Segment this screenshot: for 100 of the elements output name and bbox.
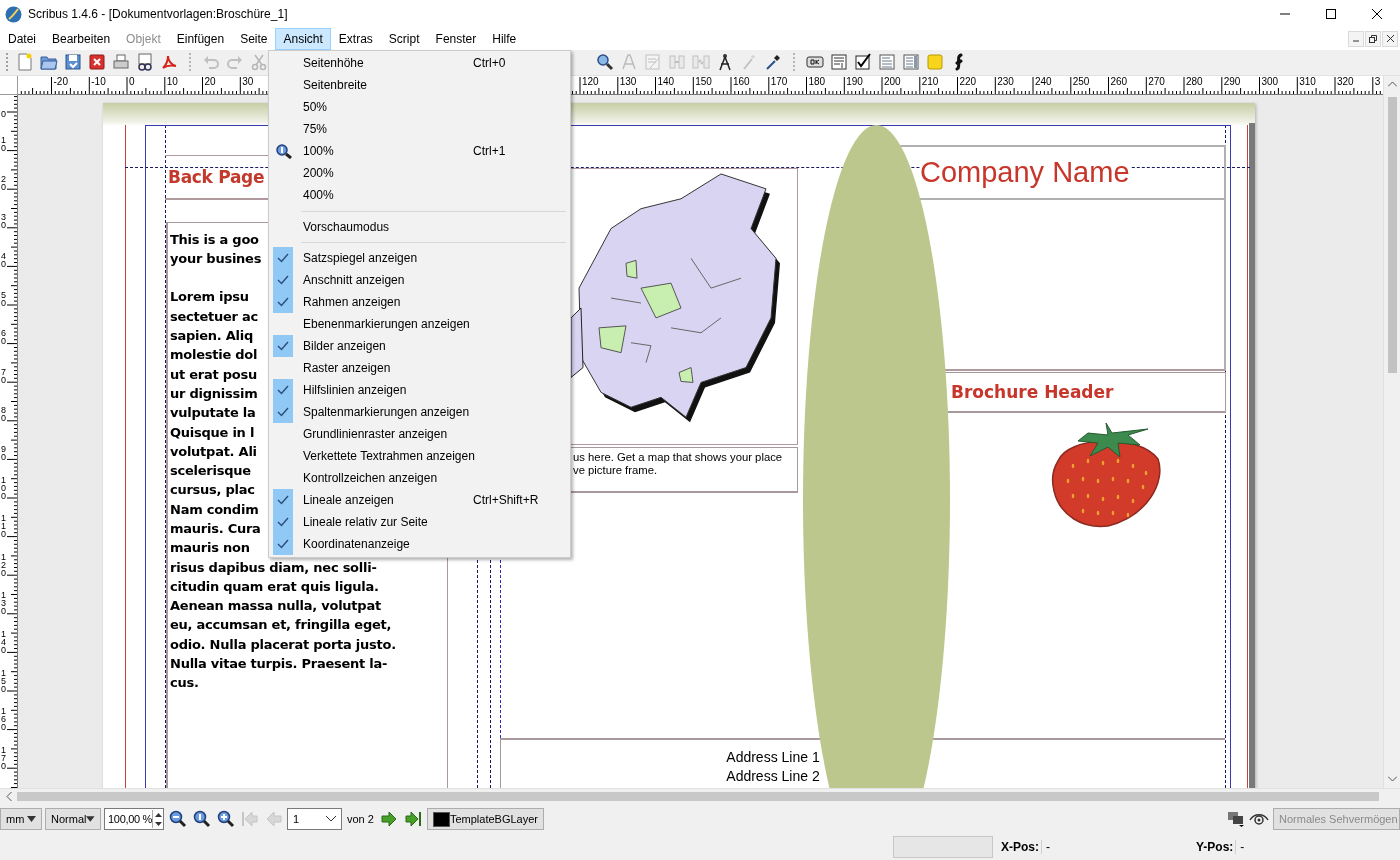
unit-select[interactable]: mm [0, 808, 42, 831]
page-select[interactable]: 1 [287, 808, 342, 831]
ruler-label: 310 [1299, 75, 1316, 87]
body-text-line: odio. Nulla placerat porta justo. [170, 635, 396, 654]
menu-item[interactable]: Hilfslinien anzeigen [269, 379, 570, 401]
ruler-label: 10 [1, 136, 6, 153]
menu-item[interactable]: Verkettete Textrahmen anzeigen [269, 445, 570, 467]
ruler-label: 300 [1261, 75, 1279, 87]
next-page-icon [380, 811, 399, 828]
list-box-icon[interactable] [901, 52, 921, 73]
menu-item[interactable]: Script [380, 28, 428, 50]
menu-item[interactable]: 75% [269, 118, 570, 140]
menu-item[interactable]: Vorschaumodus [269, 216, 570, 238]
ruler-label: 130 [619, 75, 637, 87]
body-text-line: ur dignissim [170, 384, 258, 403]
zoom-icon [275, 143, 293, 159]
ruler-label: 0 [1, 109, 6, 118]
body-text-line: sapien. Aliq [170, 327, 254, 345]
menu-item[interactable]: 400% [269, 184, 570, 206]
menu-item[interactable]: Bearbeiten [44, 28, 119, 50]
checkmark-icon [277, 297, 289, 307]
body-text-line: This is a goo [170, 230, 259, 249]
ruler-label: 110 [1, 514, 6, 539]
ruler-label: 140 [1, 629, 6, 654]
checkmark-icon [277, 385, 289, 395]
scrollbar-thumb[interactable] [1387, 96, 1397, 373]
ruler-label: 120 [1, 552, 6, 577]
menu-item[interactable]: Koordinatenanzeige [269, 533, 570, 555]
body-text-line: Lorem ipsu [170, 288, 249, 307]
zoom-icon[interactable] [595, 52, 615, 73]
menu-item[interactable]: Seite [232, 28, 276, 50]
eye-icon[interactable] [1249, 812, 1269, 827]
y-position-label: Y-Pos: [1196, 839, 1234, 854]
body-text-line: citudin quam erat quis ligula. [170, 577, 379, 596]
menu-item[interactable]: Seitenbreite [269, 74, 570, 96]
menu-item[interactable]: Satzspiegel anzeigen [269, 247, 570, 269]
spin-up-icon [154, 812, 162, 817]
new-document-icon[interactable] [15, 52, 35, 73]
checkmark-icon [277, 341, 289, 351]
ruler-label: 150 [1, 668, 6, 693]
menu-item[interactable]: Hilfe [484, 28, 525, 50]
menu-item[interactable]: Fenster [427, 28, 485, 50]
caption-text: us here. Get a map that shows your place [573, 450, 783, 464]
menu-item[interactable]: 100% Ctrl+1 [269, 140, 570, 162]
shortcut-text: Ctrl+0 [473, 56, 506, 70]
back-page-title: Back Page [168, 166, 265, 187]
save-icon[interactable] [63, 52, 83, 73]
body-text-line: your busines [170, 249, 262, 268]
menu-item[interactable]: Datei [0, 28, 44, 50]
menu-item[interactable]: Anschnitt anzeigen [269, 269, 570, 291]
layer-select[interactable]: TemplateBGLayer [426, 808, 544, 831]
color-display-icon[interactable] [1227, 811, 1245, 828]
menu-item[interactable]: 200% [269, 162, 570, 184]
menu-item[interactable]: Rahmen anzeigen [269, 291, 570, 313]
menu-item[interactable]: Grundlinienraster anzeigen [269, 423, 570, 445]
ruler-label: 320 [1337, 75, 1354, 87]
ruler-label: 20 [204, 75, 216, 87]
menu-item[interactable]: Raster anzeigen [269, 357, 570, 379]
menu-item[interactable]: Ebenenmarkierungen anzeigen [269, 313, 570, 335]
body-text-line: eu, accumsan et, fringilla eget, [170, 616, 392, 635]
caret-icon [27, 816, 36, 823]
ruler-label: 0 [129, 75, 135, 87]
shortcut-text: Ctrl+Shift+R [473, 493, 539, 507]
scrollbar-thumb[interactable] [17, 791, 1379, 801]
ruler-label: 250 [1072, 75, 1090, 87]
restore-button[interactable] [1365, 30, 1381, 47]
ruler-label: 170 [770, 75, 788, 87]
window-title: Scribus 1.4.6 - [Dokumentvorlagen:Broschüre_1] [28, 7, 289, 21]
text-field-icon[interactable] [829, 52, 849, 73]
menu-item[interactable]: Lineale relativ zur Seite [269, 511, 570, 533]
ruler-label: 60 [1, 329, 6, 346]
x-position-value: - [1041, 839, 1050, 854]
close-button[interactable] [1382, 30, 1398, 47]
mode-select[interactable]: Normal [45, 808, 101, 831]
ruler-label: 10 [166, 75, 178, 87]
ruler-label: 270 [1148, 75, 1165, 87]
ruler-label: 150 [695, 75, 712, 87]
menu-item[interactable]: Bilder anzeigen [269, 335, 570, 357]
menu-item[interactable]: 50% [269, 96, 570, 118]
menu-item[interactable]: Seitenhöhe Ctrl+0 [269, 52, 570, 74]
ruler-label: 160 [733, 75, 750, 87]
zoom-field[interactable]: 100,00 % [104, 808, 164, 831]
menu-item[interactable]: Ansicht [275, 28, 331, 50]
ruler-label: 20 [1, 174, 6, 191]
caret-icon [86, 816, 95, 823]
menu-item[interactable]: Extras [330, 28, 381, 50]
ruler-label: 70 [1, 367, 6, 384]
menu-item[interactable]: Spaltenmarkierungen anzeigen [269, 401, 570, 423]
ruler-label: 230 [997, 75, 1014, 87]
body-text-line: vulputate la [170, 404, 256, 423]
menu-item[interactable]: Kontrollzeichen anzeigen [269, 467, 570, 489]
checkbox-icon[interactable] [853, 52, 873, 73]
body-text-line: cursus, plac [170, 481, 255, 500]
preflight-icon[interactable] [135, 52, 155, 73]
close-icon[interactable] [87, 52, 107, 73]
ruler-label: -20 [53, 75, 68, 87]
menu-item[interactable]: Einfügen [168, 28, 233, 50]
page-count: von 2 [347, 813, 374, 826]
menu-item[interactable]: Lineale anzeigen Ctrl+Shift+R [269, 489, 570, 511]
body-text-line: scelerisque [170, 462, 251, 481]
